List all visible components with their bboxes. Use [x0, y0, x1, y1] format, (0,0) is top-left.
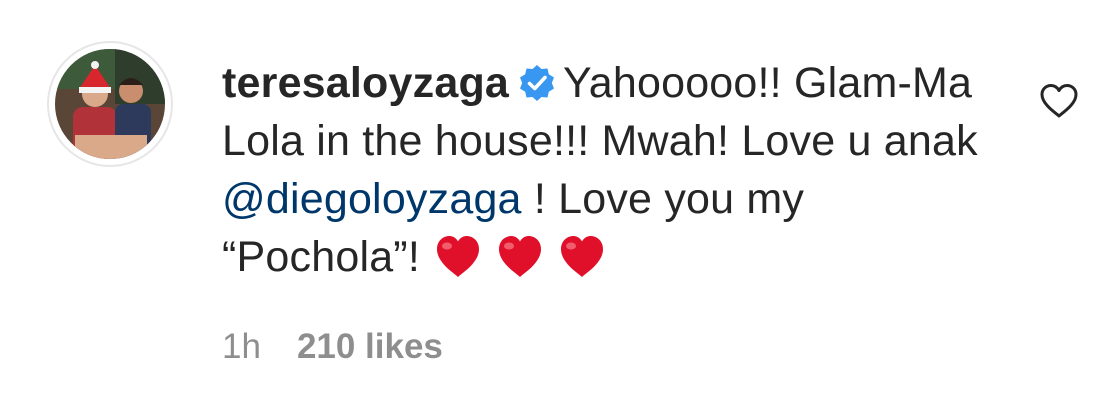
heart-emoji [436, 236, 479, 277]
heart-emoji [560, 236, 603, 277]
comment-body: teresaloyzaga Yahooooo!! Glam-Ma Lola in … [222, 54, 982, 286]
heart-emoji [498, 236, 541, 277]
mention-link[interactable]: @diegoloyzaga [222, 175, 522, 223]
avatar[interactable] [47, 41, 173, 167]
comment-item: teresaloyzaga Yahooooo!! Glam-Ma Lola in … [0, 0, 1120, 419]
username-link[interactable]: teresaloyzaga [222, 59, 509, 107]
timestamp[interactable]: 1h [222, 327, 261, 366]
verified-badge-icon [520, 65, 555, 101]
comment-meta: 1h 210 likes [222, 325, 443, 369]
avatar-photo [55, 49, 165, 159]
likes-count[interactable]: 210 likes [297, 327, 443, 366]
heart-outline-icon[interactable] [1039, 83, 1079, 119]
